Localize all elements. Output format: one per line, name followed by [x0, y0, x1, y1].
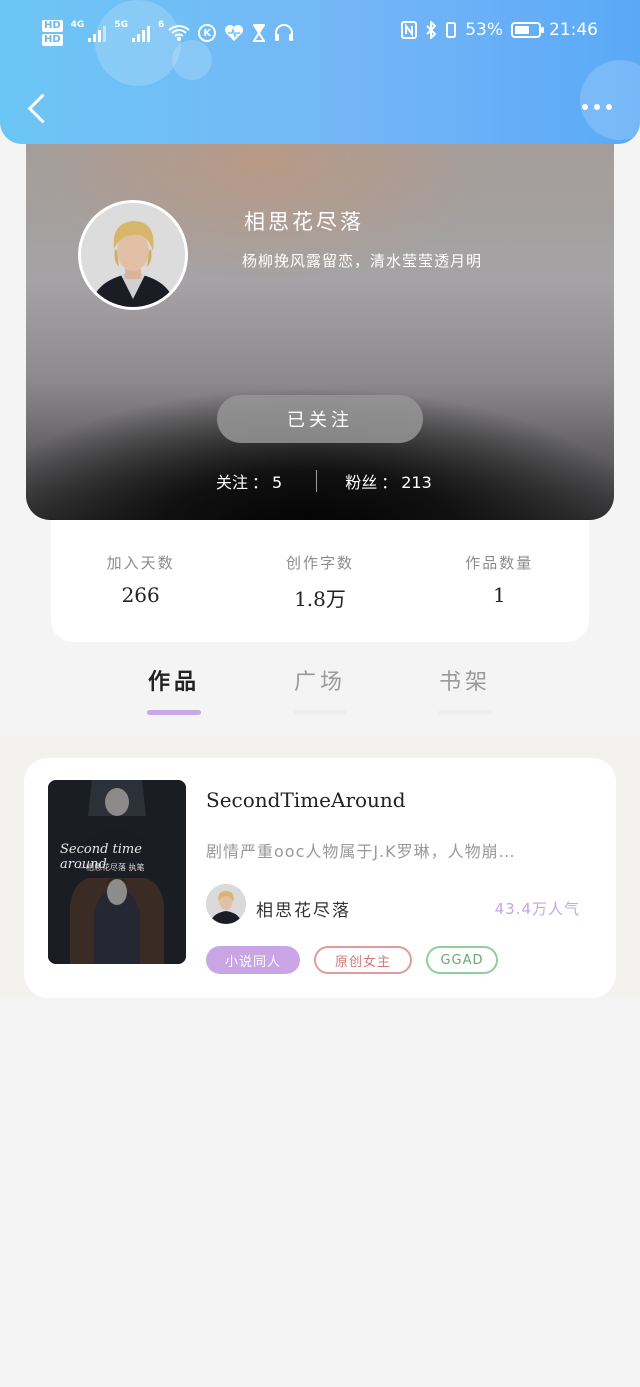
tab-label: 作品: [147, 670, 200, 695]
following-count: 5: [272, 473, 283, 492]
signal-icon-2: [131, 24, 150, 42]
user-bio: 杨柳挽风露留恋，清水莹莹透月明: [242, 252, 483, 270]
hd2-label: HD: [42, 34, 63, 46]
stats-card: 加入天数 266 创作字数 1.8万 作品数量 1: [51, 510, 589, 642]
hd-indicator: HD HD: [42, 20, 63, 46]
top-header: HD HD 4G 5G 6 K 53% 21:46: [0, 0, 640, 144]
tag-ggad[interactable]: GGAD: [426, 946, 498, 974]
profile-banner: 相思花尽落 杨柳挽风露留恋，清水莹莹透月明 已关注 关注： 5 粉丝： 213: [26, 120, 614, 520]
stat-label: 创作字数: [285, 554, 354, 572]
nfc-icon: [401, 21, 418, 39]
tab-bookshelf[interactable]: 书架: [425, 664, 505, 715]
status-bar: HD HD 4G 5G 6 K 53% 21:46: [0, 20, 640, 54]
user-name: 相思花尽落: [244, 210, 364, 234]
follow-status-button[interactable]: 已关注: [217, 395, 423, 443]
tab-works[interactable]: 作品: [134, 664, 214, 715]
stat-value: 266: [121, 583, 160, 607]
tag-original-heroine[interactable]: 原创女主: [314, 946, 412, 974]
tag-fanfic[interactable]: 小说同人: [206, 946, 300, 974]
vibrate-icon: [446, 22, 457, 38]
battery-icon: [511, 22, 544, 38]
book-cover[interactable]: Second time around —相思花尽落 执笔: [48, 780, 186, 964]
headset-icon: [275, 24, 294, 41]
following-label: 关注: [216, 473, 249, 492]
tab-plaza[interactable]: 广场: [280, 664, 360, 715]
tab-label: 广场: [293, 670, 346, 695]
hourglass-icon: [253, 24, 266, 42]
battery-percent: 53%: [465, 20, 503, 40]
stat-join-days: 加入天数 266: [71, 552, 211, 642]
popularity-count: 43.4万人气: [494, 900, 580, 918]
more-options-button[interactable]: [582, 104, 612, 110]
follow-stats: 关注： 5 粉丝： 213: [216, 469, 432, 493]
tab-label: 书架: [438, 670, 491, 695]
work-description: 剧情严重ooc人物属于J.K罗琳，人物崩…: [206, 842, 516, 861]
avatar[interactable]: [78, 200, 188, 310]
k-icon: K: [198, 24, 217, 42]
tab-bar: 作品 广场 书架: [120, 664, 520, 724]
stat-work-count: 作品数量 1: [429, 552, 569, 642]
stat-value: 1: [492, 583, 506, 607]
tab-indicator: [438, 710, 492, 715]
divider: [316, 470, 318, 492]
tab-indicator: [293, 710, 347, 715]
signal-icon: [88, 24, 107, 42]
work-card[interactable]: Second time around —相思花尽落 执笔 SecondTimeA…: [24, 758, 616, 998]
author-avatar[interactable]: [206, 884, 246, 924]
fans-count: 213: [401, 473, 432, 492]
wifi-label: 6: [157, 20, 165, 30]
network-5g-label: 5G: [114, 20, 128, 30]
stat-label: 加入天数: [106, 554, 175, 572]
fans-link[interactable]: 粉丝： 213: [345, 469, 432, 493]
wifi-icon: [168, 25, 190, 41]
hd1-label: HD: [42, 20, 63, 32]
heart-icon: [225, 25, 244, 41]
fans-label: 粉丝: [345, 473, 378, 492]
stat-word-count: 创作字数 1.8万: [250, 552, 390, 642]
stat-label: 作品数量: [465, 554, 534, 572]
back-button[interactable]: [26, 94, 46, 126]
author-avatar-image: [206, 884, 246, 924]
network-4g-label: 4G: [70, 20, 85, 30]
more-dots-icon: [582, 104, 588, 110]
avatar-portrait-image: [81, 203, 185, 307]
work-title[interactable]: SecondTimeAround: [206, 788, 406, 812]
clock: 21:46: [549, 20, 598, 40]
stat-value: 1.8万: [294, 587, 346, 611]
tab-indicator: [147, 710, 201, 715]
cover-subtitle: —相思花尽落 执笔: [78, 863, 145, 872]
following-link[interactable]: 关注： 5: [216, 469, 282, 493]
author-name[interactable]: 相思花尽落: [256, 896, 351, 921]
bluetooth-icon: [426, 21, 437, 39]
